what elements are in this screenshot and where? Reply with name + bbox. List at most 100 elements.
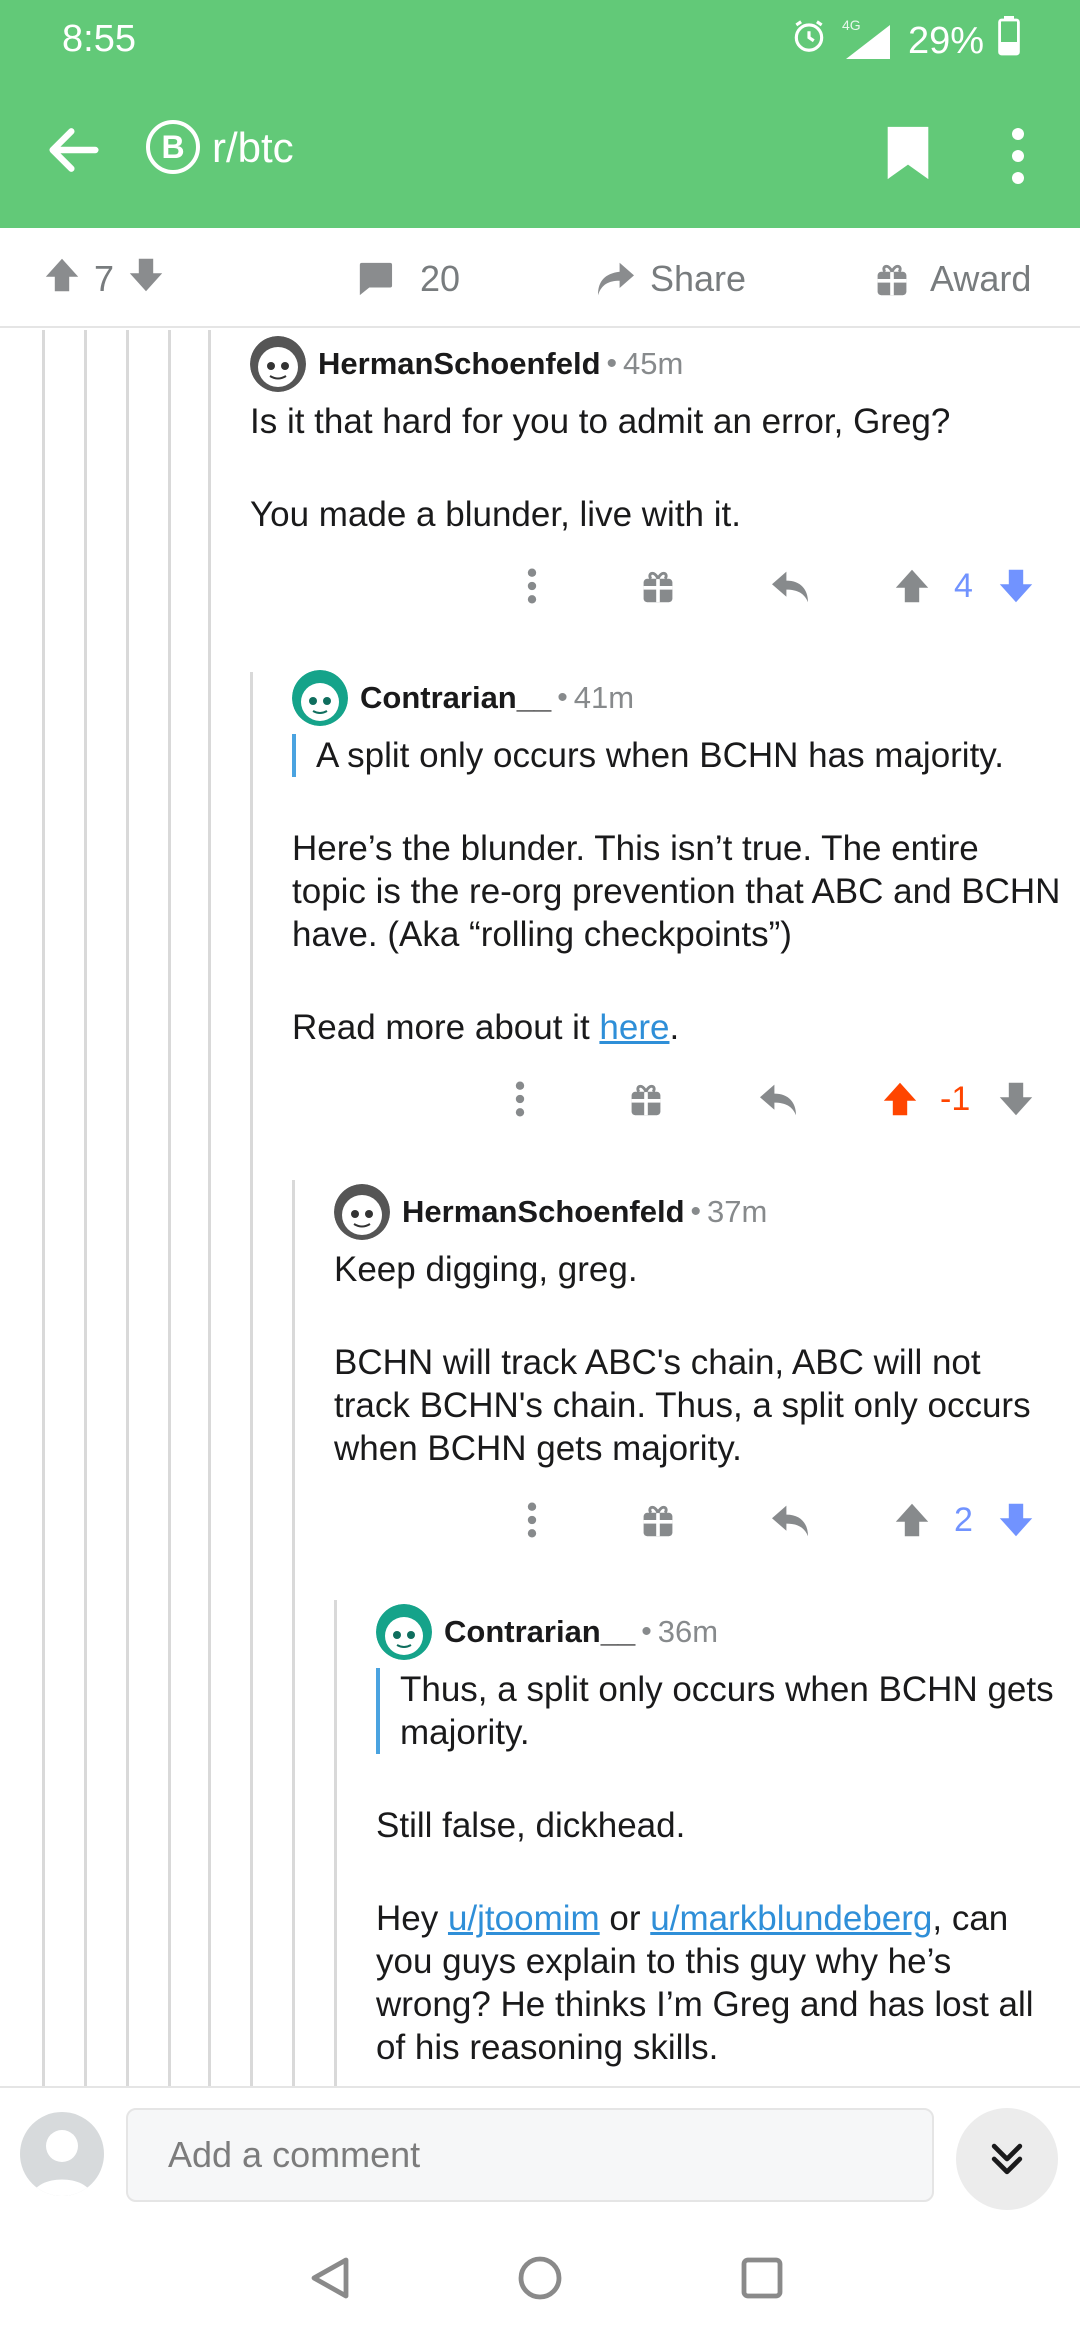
comment-header: Contrarian__ • 41m [292, 670, 1062, 726]
comment-thread: HermanSchoenfeld • 45m Is it that hard f… [0, 330, 1080, 2086]
thread-line[interactable] [334, 1600, 337, 2086]
comment: Contrarian__ • 36m Thus, a split only oc… [376, 1604, 1066, 2069]
share-label: Share [650, 258, 747, 299]
comment: Contrarian__ • 41m A split only occurs w… [292, 670, 1062, 1129]
thread-line[interactable] [84, 330, 87, 2086]
signal-icon: 4G [842, 17, 894, 61]
comment-paragraph: Is it that hard for you to admit an erro… [250, 402, 951, 441]
here-link[interactable]: here [599, 1008, 669, 1047]
comment-award-button[interactable] [634, 1496, 682, 1544]
system-nav-bar [0, 2216, 1080, 2340]
arrow-up-icon [883, 1082, 917, 1116]
comment-upvote-button[interactable] [876, 1075, 924, 1123]
comment-time: 45m [623, 346, 684, 381]
user-mention-link[interactable]: u/markblundeberg [650, 1899, 932, 1938]
comment-score: 4 [954, 567, 973, 605]
comment-downvote-button[interactable] [992, 1075, 1040, 1123]
comment-author[interactable]: Contrarian__ [444, 1614, 635, 1650]
comments-count-button[interactable]: 20 [356, 256, 460, 302]
comment-paragraph: Here’s the blunder. This isn’t true. The… [292, 829, 1061, 954]
reply-icon [772, 571, 808, 603]
comment-award-button[interactable] [622, 1075, 670, 1123]
comment-score: -1 [940, 1080, 971, 1118]
status-bar: 8:55 4G 29% [0, 0, 1080, 80]
comment-reply-button[interactable] [766, 1496, 814, 1544]
gift-icon [877, 264, 907, 296]
comment-downvote-button[interactable] [992, 1496, 1040, 1544]
arrow-up-icon [45, 258, 79, 291]
battery-icon [998, 16, 1020, 66]
toolbar: B r/btc [0, 110, 1080, 190]
text-segment: Read more about it [292, 1008, 600, 1047]
comment-downvote-button[interactable] [992, 562, 1040, 610]
thread-line[interactable] [42, 330, 45, 2086]
jump-to-next-button[interactable] [956, 2108, 1058, 2210]
arrow-left-icon [49, 128, 99, 172]
share-button[interactable]: Share [596, 256, 746, 302]
triangle-back-icon [311, 2257, 349, 2299]
subreddit-icon[interactable]: B [146, 120, 200, 174]
thread-line[interactable] [250, 672, 253, 2086]
app-header: 8:55 4G 29% B r/btc [0, 0, 1080, 228]
back-button[interactable] [42, 118, 106, 182]
gift-icon [643, 571, 673, 603]
reply-icon [772, 1505, 808, 1537]
thread-line[interactable] [168, 330, 171, 2086]
comment-upvote-button[interactable] [888, 562, 936, 610]
comment-body: A split only occurs when BCHN has majori… [292, 734, 1062, 1049]
text-segment: . [669, 1008, 680, 1047]
avatar[interactable] [250, 336, 306, 392]
comment-author[interactable]: HermanSchoenfeld [402, 1194, 685, 1230]
comment-upvote-button[interactable] [888, 1496, 936, 1544]
more-vertical-icon [515, 1081, 525, 1117]
overflow-menu-button[interactable] [998, 126, 1038, 186]
gift-icon [631, 1084, 661, 1116]
nav-home-button[interactable] [510, 2248, 570, 2308]
comment-body: Is it that hard for you to admit an erro… [250, 400, 1050, 536]
alarm-icon [790, 17, 828, 65]
comment-more-button[interactable] [496, 1075, 544, 1123]
comment-actions: 2 [334, 1490, 1064, 1550]
post-action-bar: 7 20 Share Award [0, 228, 1080, 328]
separator-dot: • [690, 1195, 702, 1228]
arrow-down-icon [999, 569, 1033, 603]
bookmark-button[interactable] [884, 124, 932, 182]
comment-author[interactable]: Contrarian__ [360, 680, 551, 716]
comment-more-button[interactable] [508, 562, 556, 610]
comment-author[interactable]: HermanSchoenfeld [318, 346, 601, 382]
arrow-up-icon [895, 1503, 929, 1537]
post-vote-group: 7 [44, 256, 164, 302]
comment-icon [359, 262, 393, 296]
chevron-double-down-icon [991, 2143, 1023, 2175]
subreddit-name[interactable]: r/btc [212, 124, 294, 172]
user-avatar[interactable] [20, 2112, 104, 2196]
reply-icon [760, 1084, 796, 1116]
thread-line[interactable] [292, 1180, 295, 2086]
comment-paragraph: Still false, dickhead. [376, 1806, 686, 1845]
avatar[interactable] [334, 1184, 390, 1240]
more-vertical-icon [1012, 128, 1024, 184]
more-vertical-icon [527, 1502, 537, 1538]
comments-count: 20 [420, 258, 461, 299]
avatar[interactable] [376, 1604, 432, 1660]
comment-award-button[interactable] [634, 562, 682, 610]
comment-body: Keep digging, greg. BCHN will track ABC'… [334, 1248, 1064, 1470]
comment: HermanSchoenfeld • 37m Keep digging, gre… [334, 1184, 1064, 1550]
text-segment: Hey [376, 1899, 448, 1938]
user-avatar-icon [32, 2130, 92, 2196]
comment-header: HermanSchoenfeld • 37m [334, 1184, 1064, 1240]
add-comment-input[interactable]: Add a comment [126, 2108, 934, 2202]
thread-line[interactable] [126, 330, 129, 2086]
comment-reply-button[interactable] [754, 1075, 802, 1123]
avatar[interactable] [292, 670, 348, 726]
nav-recents-button[interactable] [732, 2248, 792, 2308]
award-button[interactable]: Award [874, 256, 1031, 302]
post-downvote-button[interactable] [128, 256, 164, 303]
comment-paragraph: BCHN will track ABC's chain, ABC will no… [334, 1343, 1031, 1468]
user-mention-link[interactable]: u/jtoomim [448, 1899, 600, 1938]
thread-line[interactable] [208, 330, 211, 2086]
comment-more-button[interactable] [508, 1496, 556, 1544]
nav-back-button[interactable] [300, 2248, 360, 2308]
post-upvote-button[interactable] [44, 256, 80, 303]
comment-reply-button[interactable] [766, 562, 814, 610]
